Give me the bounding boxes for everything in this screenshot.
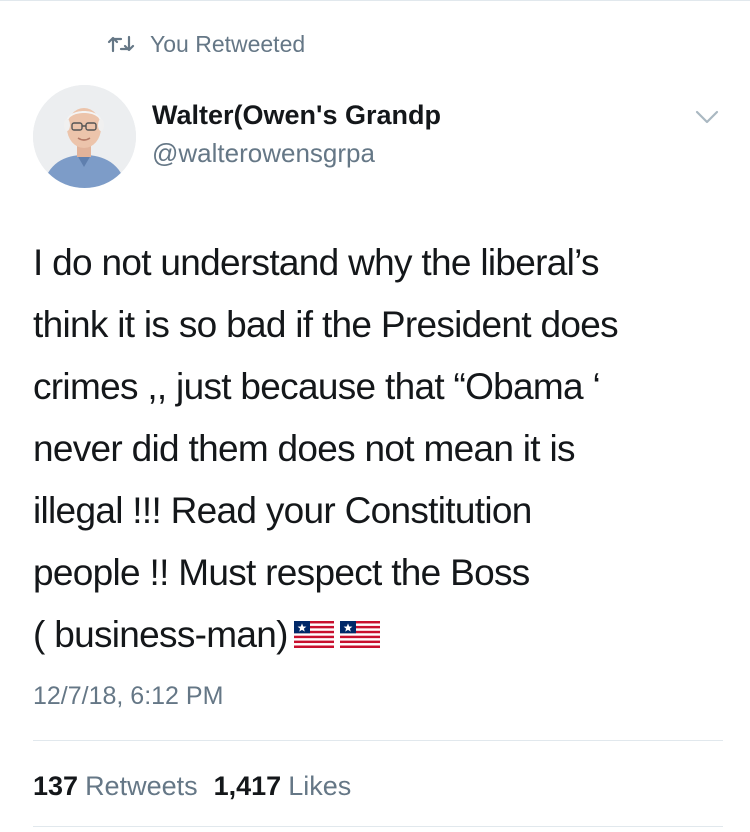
tweet-line-text: ( business-man) [33,614,288,655]
tweet-line: think it is so bad if the President does [33,304,619,345]
liberia-flag-emoji [293,620,334,648]
display-name[interactable]: Walter(Owen's Grandp [152,99,441,131]
tweet-line: never did them does not mean it is [33,428,575,469]
retweets-stat[interactable]: 137 Retweets [33,769,198,803]
likes-stat[interactable]: 1,417 Likes [214,769,352,803]
tweet-line-last: ( business-man) [33,604,723,666]
likes-count: 1,417 [213,771,282,801]
tweet-text: I do not understand why the liberal’s th… [33,232,723,666]
retweet-icon [107,35,135,53]
user-handle[interactable]: @walterowensgrpa [152,137,375,169]
tweet-stats: 137 Retweets 1,417 Likes [33,769,367,803]
retweets-label: Retweets [85,771,198,801]
tweet-line: I do not understand why the liberal’s [33,242,599,283]
likes-label: Likes [288,771,352,801]
divider [33,826,723,827]
tweet-line: people !! Must respect the Boss [33,552,530,593]
tweet-line: illegal !!! Read your Constitution [33,490,532,531]
divider [33,740,723,741]
liberia-flag-emoji [339,620,380,648]
retweet-context: You Retweeted [106,30,305,58]
top-divider [0,0,750,1]
retweet-label: You Retweeted [150,31,306,57]
avatar-image [33,85,136,188]
tweet-timestamp[interactable]: 12/7/18, 6:12 PM [33,680,223,712]
chevron-down-icon[interactable] [692,106,722,128]
retweets-count: 137 [33,771,79,801]
avatar[interactable] [33,85,136,188]
tweet-line: crimes ,, just because that “Obama ‘ [33,366,601,407]
